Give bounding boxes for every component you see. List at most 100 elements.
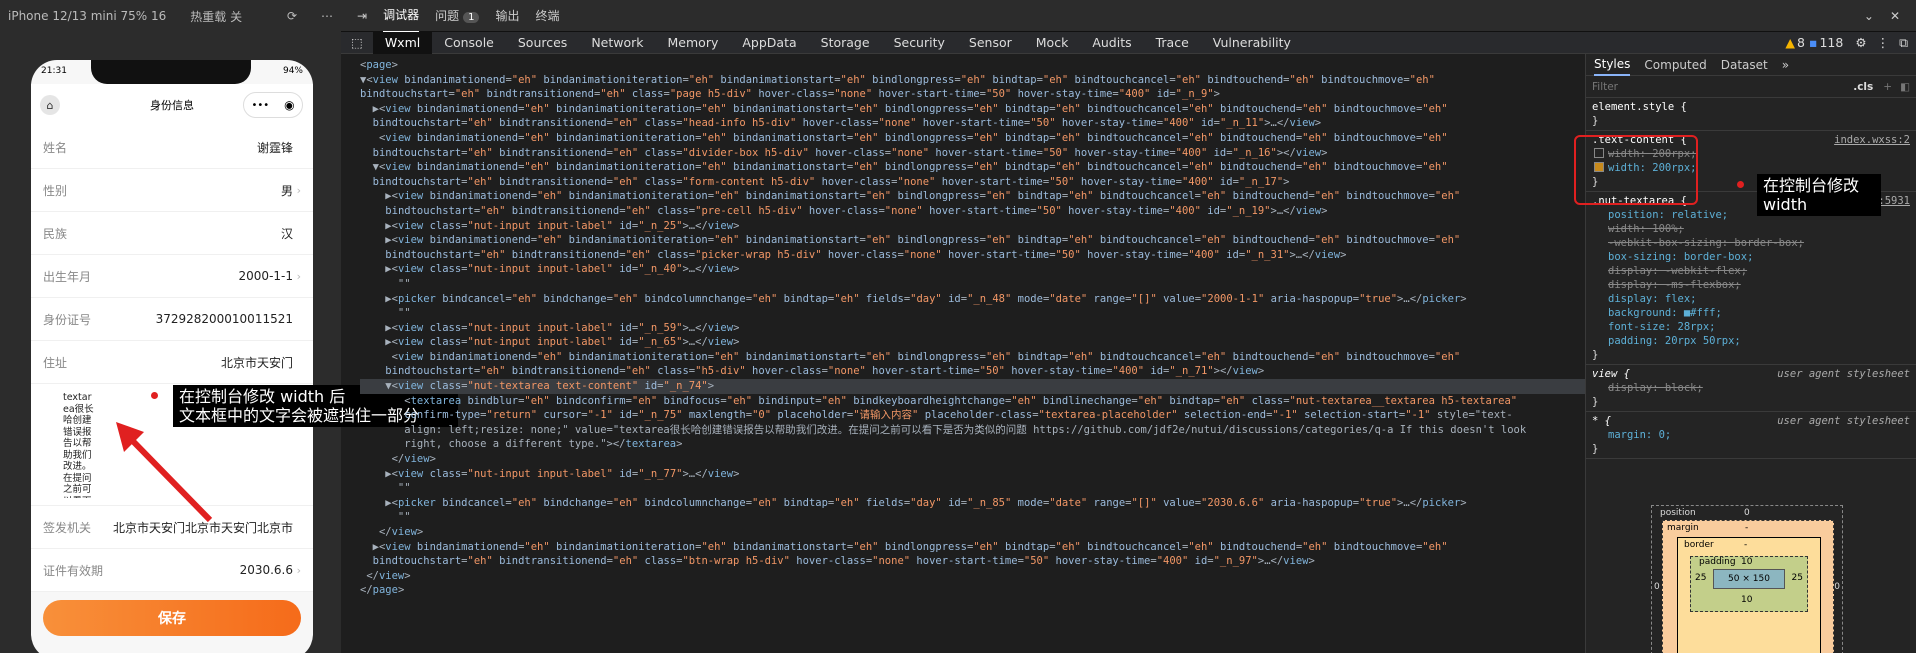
wxml-node-line[interactable]: ▼<view bindanimationend="eh" bindanimati… [360, 160, 1585, 175]
form-row[interactable]: 证件有效期 2030.6.6 › [31, 549, 313, 592]
undock-icon[interactable]: ⧉ [1899, 35, 1908, 51]
add-rule-icon[interactable]: + [1883, 81, 1892, 93]
more-dots-icon[interactable]: ••• [251, 100, 269, 111]
form-row-value[interactable]: 2000-1-1 [103, 269, 293, 283]
wxml-node-line[interactable]: <view bindanimationend="eh" bindanimatio… [360, 131, 1585, 146]
wxml-node-line[interactable]: bindtouchstart="eh" bindtransitionend="e… [360, 204, 1585, 219]
css-rule[interactable]: user agent stylesheet view {display: bloc… [1586, 365, 1916, 412]
form-row-value[interactable]: 北京市天安门 [103, 354, 293, 371]
wxml-node-line[interactable]: align: left;resize: none;" value="textar… [360, 423, 1585, 438]
wxml-node-line[interactable]: bindtouchstart="eh" bindtransitionend="e… [360, 554, 1585, 569]
panel-tab-sources[interactable]: Sources [506, 32, 579, 54]
css-property[interactable]: box-sizing: border-box; [1592, 250, 1910, 264]
wxml-node-line[interactable]: <textarea bindblur="eh" bindconfirm="eh"… [360, 394, 1585, 409]
wxml-node-line[interactable]: ▶<view bindanimationend="eh" bindanimati… [360, 540, 1585, 555]
css-property[interactable]: background: ■#fff; [1592, 306, 1910, 320]
form-row[interactable]: 性别 男 › [31, 169, 313, 212]
css-rule[interactable]: app.wxss:5931.nut-textarea {position: re… [1586, 192, 1916, 365]
css-property[interactable]: width: 100%; [1592, 222, 1910, 236]
panel-tab-wxml[interactable]: Wxml [372, 31, 433, 54]
css-property[interactable]: display: -ms-flexbox; [1592, 278, 1910, 292]
wxml-node-line[interactable]: </page> [360, 583, 1585, 598]
tab-dataset[interactable]: Dataset [1721, 58, 1768, 72]
tab-styles[interactable]: Styles [1594, 54, 1631, 76]
warning-count[interactable]: 8 [1797, 35, 1805, 50]
more-icon[interactable]: ⋯ [321, 9, 333, 23]
wxml-node-line[interactable]: "" [360, 510, 1585, 525]
panel-tab-vulnerability[interactable]: Vulnerability [1201, 32, 1303, 54]
wxml-node-line[interactable]: bindtouchstart="eh" bindtransitionend="e… [360, 116, 1585, 131]
wxml-node-line[interactable]: ▶<view class="nut-input input-label" id=… [360, 335, 1585, 350]
wxml-node-line[interactable]: ▶<picker bindcancel="eh" bindchange="eh"… [360, 292, 1585, 307]
close-icon[interactable]: ✕ [1890, 9, 1900, 23]
wxml-node-line[interactable]: "" [360, 481, 1585, 496]
wxml-node-line[interactable]: confirm-type="return" cursor="-1" id="_n… [360, 408, 1585, 423]
panel-tab-security[interactable]: Security [882, 32, 957, 54]
css-property[interactable]: padding: 20rpx 50rpx; [1592, 334, 1910, 348]
message-count[interactable]: 118 [1819, 35, 1843, 50]
wxml-node-line[interactable]: bindtouchstart="eh" bindtransitionend="e… [360, 87, 1585, 102]
form-row-value[interactable]: 谢霆锋 [103, 139, 293, 156]
wxml-node-line[interactable]: bindtouchstart="eh" bindtransitionend="e… [360, 175, 1585, 190]
wxml-node-line[interactable]: right, choose a different type."></texta… [360, 437, 1585, 452]
panel-tab-audits[interactable]: Audits [1080, 32, 1143, 54]
textarea-text[interactable]: textarea很长哈创建错误报告以帮助我们改进。在提问之前可以看下是否为类似的… [63, 392, 95, 498]
form-row-value[interactable]: 372928200010011521 [103, 312, 293, 326]
wxml-node-line[interactable]: ▶<picker bindcancel="eh" bindchange="eh"… [360, 496, 1585, 511]
form-row[interactable]: 出生年月 2000-1-1 › [31, 255, 313, 298]
panel-tab-memory[interactable]: Memory [656, 32, 731, 54]
form-row-value[interactable]: 男 [103, 182, 293, 199]
wxml-node-line[interactable]: bindtouchstart="eh" bindtransitionend="e… [360, 146, 1585, 161]
rule-source-link[interactable]: index.wxss:2 [1834, 133, 1910, 147]
collapse-icon[interactable]: ⌄ [1864, 9, 1874, 23]
wxml-node-line[interactable]: ▶<view bindanimationend="eh" bindanimati… [360, 102, 1585, 117]
panel-tab-storage[interactable]: Storage [809, 32, 882, 54]
css-property[interactable]: display: flex; [1592, 292, 1910, 306]
wxml-node-line[interactable]: bindtouchstart="eh" bindtransitionend="e… [360, 364, 1585, 379]
tab-output[interactable]: 输出 [495, 7, 519, 24]
save-button[interactable]: 保存 [43, 600, 301, 636]
wxml-node-line[interactable]: ▶<view class="nut-input input-label" id=… [360, 219, 1585, 234]
panel-tab-trace[interactable]: Trace [1144, 32, 1201, 54]
wxml-node-line[interactable]: "" [360, 306, 1585, 321]
filter-input[interactable]: Filter [1592, 81, 1853, 93]
css-property[interactable]: font-size: 28rpx; [1592, 320, 1910, 334]
wxml-node-line[interactable]: ▶<view class="nut-input input-label" id=… [360, 321, 1585, 336]
wxml-node-line[interactable]: ▼<view class="nut-textarea text-content"… [360, 379, 1585, 394]
wxml-node-line[interactable]: </view> [360, 569, 1585, 584]
wxml-node-line[interactable]: <view bindanimationend="eh" bindanimatio… [360, 350, 1585, 365]
close-circle-icon[interactable]: ◉ [284, 98, 294, 112]
settings-gear-icon[interactable]: ⚙ [1855, 35, 1866, 50]
rule-selector[interactable]: element.style { [1592, 100, 1910, 114]
wxml-node-line[interactable]: ▶<view bindanimationend="eh" bindanimati… [360, 189, 1585, 204]
inspect-icon[interactable]: ⬚ [341, 32, 373, 54]
wxml-node-line[interactable]: ▶<view class="nut-input input-label" id=… [360, 262, 1585, 277]
wxml-node-line[interactable]: </view> [360, 525, 1585, 540]
wxml-node-line[interactable]: ▶<view class="nut-input input-label" id=… [360, 467, 1585, 482]
panel-tab-sensor[interactable]: Sensor [957, 32, 1024, 54]
tab-issues[interactable]: 问题 1 [435, 7, 480, 24]
css-rule[interactable]: element.style {} [1586, 98, 1916, 131]
device-selector[interactable]: iPhone 12/13 mini 75% 16 [8, 9, 166, 23]
toggle-sidebar-icon[interactable]: ◧ [1900, 81, 1910, 93]
cls-toggle[interactable]: .cls [1853, 81, 1873, 93]
css-property[interactable]: display: -webkit-flex; [1592, 264, 1910, 278]
css-property[interactable]: display: block; [1592, 381, 1910, 395]
wxml-node-line[interactable]: <page> [360, 58, 1585, 73]
hot-reload-toggle[interactable]: 热重载 关 [190, 8, 242, 25]
css-property[interactable]: margin: 0; [1592, 428, 1910, 442]
wxml-node-line[interactable]: ▼<view bindanimationend="eh" bindanimati… [360, 73, 1585, 88]
panel-tab-console[interactable]: Console [432, 32, 506, 54]
dock-icon[interactable]: ⇥ [357, 9, 367, 23]
form-row-value[interactable]: 2030.6.6 [103, 563, 293, 577]
css-rule[interactable]: user agent stylesheet * {margin: 0;} [1586, 412, 1916, 459]
panel-tab-network[interactable]: Network [579, 32, 655, 54]
form-row-value[interactable]: 汉 [103, 225, 293, 242]
capsule-menu[interactable]: ••• ◉ [243, 92, 303, 118]
more-tabs-icon[interactable]: » [1782, 58, 1789, 72]
tab-debugger[interactable]: 调试器 [383, 0, 420, 33]
tab-computed[interactable]: Computed [1644, 58, 1706, 72]
refresh-icon[interactable]: ⟳ [287, 9, 297, 23]
tab-terminal[interactable]: 终端 [535, 7, 559, 24]
wxml-node-line[interactable]: bindtouchstart="eh" bindtransitionend="e… [360, 248, 1585, 263]
